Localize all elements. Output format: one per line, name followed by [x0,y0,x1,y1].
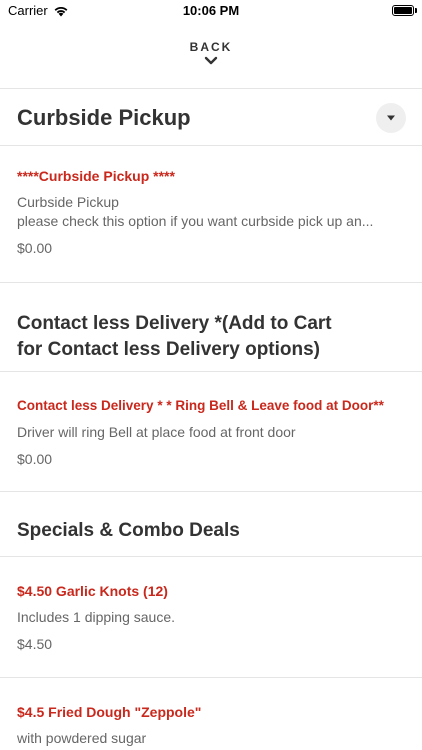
item-price: $0.00 [17,240,53,256]
caret-down-icon [387,115,395,121]
battery-level [394,7,412,14]
divider [0,371,422,372]
divider [0,556,422,557]
section-title-line: for Contact less Delivery options) [17,339,321,360]
section-dropdown-button[interactable] [376,103,406,133]
divider [0,677,422,678]
divider [0,145,422,146]
item-price: $0.00 [17,451,53,467]
item-description: Curbside Pickup [17,194,119,210]
back-label: BACK [189,40,233,54]
item-description: with powdered sugar [17,730,147,746]
item-name: Contact less Delivery * * Ring Bell & Le… [17,398,384,413]
item-name: ****Curbside Pickup **** [17,168,175,184]
menu-item-curbside-pickup[interactable]: ****Curbside Pickup **** Curbside Pickup… [17,167,405,258]
menu-item-contactless-delivery[interactable]: Contact less Delivery * * Ring Bell & Le… [17,397,405,469]
section-title-specials: Specials & Combo Deals [17,520,240,541]
battery-cap [415,8,417,13]
item-description: Includes 1 dipping sauce. [17,609,175,625]
item-name: $4.50 Garlic Knots (12) [17,583,168,599]
item-name: $4.5 Fried Dough "Zeppole" [17,704,202,720]
item-description-detail: please check this option if you want cur… [17,213,374,229]
section-title-line: Contact less Delivery *(Add to Cart [17,313,332,334]
menu-item-garlic-knots[interactable]: $4.50 Garlic Knots (12) Includes 1 dippi… [17,582,405,654]
item-description: Driver will ring Bell at place food at f… [17,424,296,440]
item-price: $4.50 [17,636,53,652]
section-title-curbside: Curbside Pickup [17,105,191,130]
clock: 10:06 PM [182,3,240,18]
divider [0,491,422,492]
battery-icon [392,5,414,16]
menu-item-fried-dough[interactable]: $4.5 Fried Dough "Zeppole" with powdered… [17,703,405,748]
back-button[interactable]: BACK [0,40,422,65]
status-bar: Carrier 10:06 PM [0,0,422,22]
chevron-down-icon [204,56,218,65]
divider [0,282,422,283]
divider [0,88,422,89]
section-title-contactless: Contact less Delivery *(Add to Cart for … [17,311,332,363]
